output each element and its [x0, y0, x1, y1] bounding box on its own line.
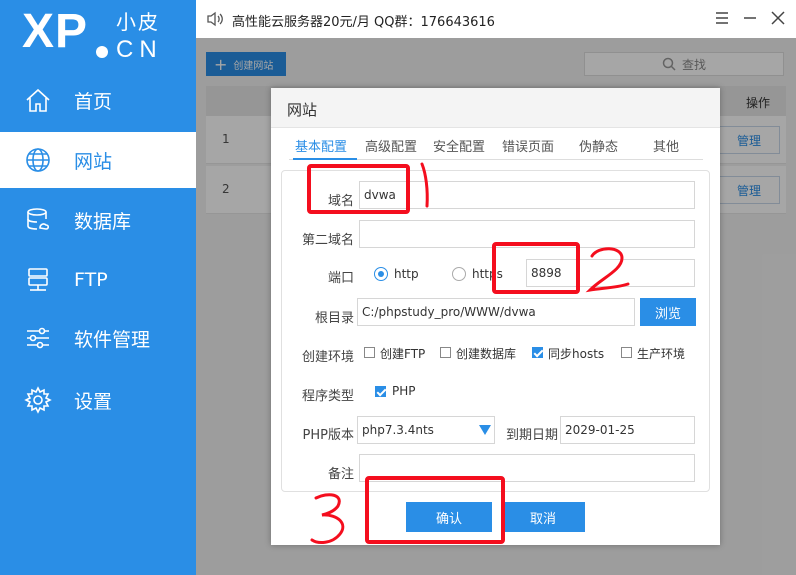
nav-item-ftp[interactable]: FTP [0, 252, 196, 308]
nav-label-settings: 设置 [74, 390, 113, 413]
sync-hosts-label: 同步hosts [548, 347, 605, 361]
tab-rewrite[interactable]: 伪静态 [579, 136, 618, 155]
nav-label-software: 软件管理 [74, 328, 151, 351]
nav-item-home[interactable]: 首页 [0, 72, 196, 128]
annotation-box-confirm [365, 476, 505, 544]
nav-item-website[interactable]: 网站 [0, 132, 196, 188]
tab-other[interactable]: 其他 [653, 136, 679, 155]
program-type-label: 程序类型 [301, 389, 354, 404]
tab-bar: 基本配置 高级配置 安全配置 错误页面 伪静态 其他 [289, 134, 703, 160]
sliders-icon [27, 327, 49, 349]
tab-basic[interactable]: 基本配置 [295, 136, 347, 155]
minimize-icon[interactable] [740, 8, 760, 28]
active-tab-indicator [293, 158, 357, 160]
dialog-title: 网站 [287, 101, 318, 119]
env-label: 创建环境 [301, 350, 354, 365]
php-version-select[interactable]: php7.3.4nts [357, 416, 495, 444]
tab-security[interactable]: 安全配置 [433, 136, 485, 155]
production-label: 生产环境 [637, 347, 686, 361]
annotation-number-1 [420, 162, 429, 208]
logo-mark: XP [22, 5, 89, 58]
https-radio[interactable] [452, 267, 466, 281]
port-label: 端口 [327, 271, 354, 286]
chevron-down-icon [479, 425, 491, 435]
notice-text: 高性能云服务器20元/月 QQ群：176643616 [232, 15, 495, 30]
root-dir-label: 根目录 [314, 311, 354, 326]
nav-label-home: 首页 [74, 90, 113, 113]
top-bar: 高性能云服务器20元/月 QQ群：176643616 [196, 0, 796, 38]
http-radio[interactable] [374, 267, 388, 281]
expire-date-input[interactable]: 2029-01-25 [560, 416, 695, 444]
note-label: 备注 [327, 467, 354, 482]
tab-advanced[interactable]: 高级配置 [365, 136, 417, 155]
sidebar: XP 小皮 CN 首页 网站 数据库 FTP 软件管理 设置 [0, 0, 196, 575]
nav-item-database[interactable]: 数据库 [0, 192, 196, 248]
production-checkbox[interactable] [621, 347, 632, 358]
cancel-button[interactable]: 取消 [501, 502, 585, 532]
nav-item-software[interactable]: 软件管理 [0, 310, 196, 366]
gear-icon [24, 386, 52, 414]
annotation-box-domain [307, 164, 410, 214]
ftp-icon [28, 268, 48, 291]
expire-date-label: 到期日期 [505, 428, 558, 443]
php-version-label: PHP版本 [302, 428, 354, 443]
tab-error-pages[interactable]: 错误页面 [502, 136, 554, 155]
root-dir-input[interactable]: C:/phpstudy_pro/WWW/dvwa [357, 298, 635, 326]
home-icon [26, 88, 50, 112]
dialog-title-bar: 网站 [271, 88, 720, 128]
sync-hosts-checkbox[interactable] [532, 347, 543, 358]
php-label: PHP [392, 384, 416, 398]
speaker-icon [207, 11, 223, 27]
nav-label-ftp: FTP [74, 269, 108, 291]
second-domain-label: 第二域名 [301, 233, 354, 248]
close-icon[interactable] [768, 8, 788, 28]
annotation-number-2 [585, 247, 630, 293]
annotation-number-3 [310, 493, 345, 544]
basic-config-form: 域名 dvwa 第二域名 端口 http https 8898 根目录 C:/p… [281, 170, 710, 492]
create-db-checkbox[interactable] [440, 347, 451, 358]
create-ftp-label: 创建FTP [380, 347, 426, 361]
database-icon [27, 208, 50, 230]
create-db-label: 创建数据库 [456, 347, 517, 361]
logo-dot [96, 46, 108, 58]
nav-label-database: 数据库 [74, 210, 132, 233]
create-ftp-checkbox[interactable] [364, 347, 375, 358]
annotation-box-port [492, 242, 580, 294]
nav-label-website: 网站 [74, 150, 113, 173]
php-checkbox[interactable] [375, 386, 386, 397]
menu-icon[interactable] [712, 8, 732, 28]
logo-en-text: CN [116, 36, 163, 63]
app-logo: XP 小皮 CN [22, 4, 192, 68]
globe-icon [26, 148, 50, 172]
browse-button[interactable]: 浏览 [640, 298, 696, 326]
logo-cn-text: 小皮 [116, 10, 160, 34]
nav-item-settings[interactable]: 设置 [0, 372, 196, 428]
php-version-value: php7.3.4nts [362, 423, 434, 437]
http-label: http [394, 267, 419, 281]
